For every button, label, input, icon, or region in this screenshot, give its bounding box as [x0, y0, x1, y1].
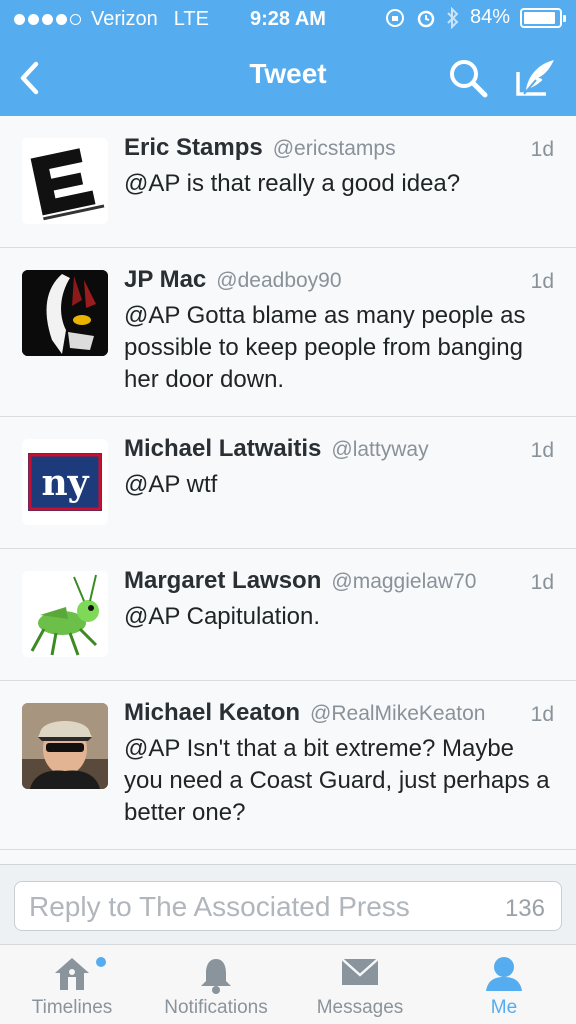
tab-label: Me	[490, 997, 518, 1018]
author-handle[interactable]: @deadboy90	[216, 269, 341, 293]
avatar[interactable]	[22, 138, 108, 224]
character-counter: 136	[504, 895, 545, 922]
tab-label: Notifications	[164, 997, 268, 1018]
bell-icon	[201, 959, 231, 994]
tab-label: Timelines	[31, 997, 113, 1018]
tweet-text: @AP Capitulation.	[124, 603, 321, 630]
home-icon	[55, 958, 89, 990]
list-item[interactable]: Margaret Lawson @maggielaw70 1d @AP Capi…	[0, 549, 576, 681]
tab-me[interactable]: Me	[432, 945, 576, 1024]
avatar[interactable]	[22, 571, 108, 657]
bluetooth-icon	[447, 6, 459, 29]
tweet-timestamp: 1d	[530, 571, 554, 594]
tweet-timestamp: 1d	[530, 439, 554, 462]
svg-text:ny: ny	[41, 462, 89, 504]
author-name[interactable]: Michael Latwaitis	[124, 435, 321, 463]
reply-placeholder: Reply to The Associated Press	[29, 891, 410, 922]
tweet-timestamp: 1d	[530, 270, 554, 293]
battery-icon	[520, 7, 566, 28]
unread-indicator	[96, 957, 106, 967]
tweet-text: @AP is that really a good idea?	[124, 170, 461, 197]
tab-bar: Timelines Notifications Messages Me	[0, 944, 576, 1024]
author-name[interactable]: Eric Stamps	[124, 134, 263, 162]
search-icon[interactable]	[446, 56, 490, 100]
tweet-text: @AP wtf	[124, 471, 218, 498]
tweet-timestamp: 1d	[530, 138, 554, 161]
reply-bar: Reply to The Associated Press 136	[0, 864, 576, 944]
status-bar: Verizon LTE 9:28 AM 84%	[0, 0, 576, 40]
avatar-image: ny	[22, 439, 108, 525]
tab-notifications[interactable]: Notifications	[144, 945, 288, 1024]
compose-icon[interactable]	[512, 54, 558, 100]
tweet-list[interactable]: Eric Stamps @ericstamps 1d @AP is that r…	[0, 116, 576, 864]
avatar[interactable]: ny	[22, 439, 108, 525]
author-name[interactable]: Margaret Lawson	[124, 567, 321, 595]
avatar-image	[22, 270, 108, 356]
tab-label: Messages	[316, 997, 404, 1018]
alarm-icon	[417, 10, 435, 27]
orientation-lock-icon	[385, 8, 404, 27]
tweet-text: @AP Isn't that a bit extreme? Maybe you …	[124, 735, 550, 826]
tweet-text: @AP Gotta blame as many people as possib…	[124, 302, 526, 393]
reply-input[interactable]: Reply to The Associated Press 136	[14, 881, 562, 931]
author-name[interactable]: JP Mac	[124, 266, 206, 294]
avatar-image	[22, 703, 108, 789]
avatar[interactable]	[22, 270, 108, 356]
author-handle[interactable]: @maggielaw70	[331, 570, 476, 594]
avatar-image	[22, 138, 108, 224]
author-handle[interactable]: @ericstamps	[273, 137, 396, 161]
tweet-timestamp: 1d	[530, 703, 554, 726]
battery-percent: 84%	[469, 6, 510, 28]
list-item[interactable]: Michael Keaton @RealMikeKeaton 1d @AP Is…	[0, 681, 576, 850]
author-handle[interactable]: @RealMikeKeaton	[310, 702, 485, 726]
avatar[interactable]	[22, 703, 108, 789]
avatar-image	[22, 571, 108, 657]
person-icon	[486, 957, 522, 991]
list-item[interactable]: Eric Stamps @ericstamps 1d @AP is that r…	[0, 116, 576, 248]
tab-messages[interactable]: Messages	[288, 945, 432, 1024]
author-name[interactable]: Michael Keaton	[124, 699, 300, 727]
header: Verizon LTE 9:28 AM 84% Tweet	[0, 0, 576, 116]
envelope-icon	[341, 958, 379, 985]
tab-timelines[interactable]: Timelines	[0, 945, 144, 1024]
author-handle[interactable]: @lattyway	[331, 438, 428, 462]
nav-bar: Tweet	[0, 40, 576, 116]
list-item[interactable]: JP Mac @deadboy90 1d @AP Gotta blame as …	[0, 248, 576, 417]
list-item[interactable]: ny Michael Latwaitis @lattyway 1d @AP wt…	[0, 417, 576, 549]
